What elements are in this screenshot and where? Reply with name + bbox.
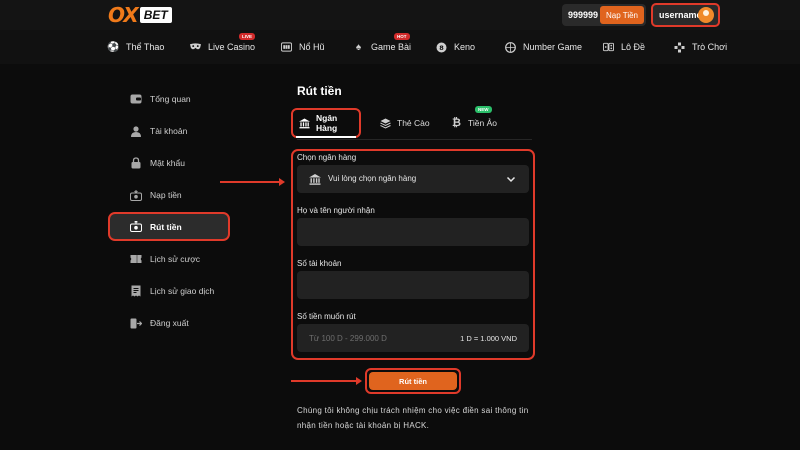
bank-label: Chọn ngân hàng xyxy=(297,153,357,162)
sidebar-item-dang-xuat[interactable]: Đăng xuất xyxy=(108,309,230,337)
nav-label: Nổ Hũ xyxy=(299,42,325,52)
new-badge: NEW xyxy=(475,106,492,113)
slot-machine-icon xyxy=(281,42,292,53)
nav-item-number-game[interactable]: Number Game xyxy=(505,30,582,64)
sidebar-item-label: Nạp tiền xyxy=(150,190,182,200)
bitcoin-icon: ₿ xyxy=(452,117,461,129)
balance-box: 999999 D Nạp Tiền xyxy=(562,4,646,26)
top-bar: OX BET 999999 D Nạp Tiền username xyxy=(0,0,800,30)
active-tab-indicator xyxy=(296,136,356,138)
sidebar-item-tai-khoan[interactable]: Tài khoản xyxy=(108,117,230,145)
withdraw-submit-button[interactable]: Rút tiền xyxy=(369,372,457,390)
deposit-icon xyxy=(130,189,142,201)
logo-ox: OX xyxy=(108,3,139,27)
nav-label: Number Game xyxy=(523,42,583,52)
nav-item-tro-choi[interactable]: Trò Chơi xyxy=(674,30,727,64)
bank-select-placeholder: Vui lòng chọn ngân hàng xyxy=(328,174,417,183)
sidebar-item-tong-quan[interactable]: Tổng quan xyxy=(108,85,230,113)
nav-item-game-bai[interactable]: ♠ Game Bài HOT xyxy=(353,30,411,64)
sidebar-item-label: Rút tiền xyxy=(150,221,182,232)
live-badge: LIVE xyxy=(239,33,256,40)
sidebar-item-nap-tien[interactable]: Nạp tiền xyxy=(108,181,230,209)
account-number-input[interactable] xyxy=(297,271,529,299)
recipient-name-label: Họ và tên người nhận xyxy=(297,206,375,215)
sidebar-item-label: Tổng quan xyxy=(150,94,191,104)
nav-label: Game Bài xyxy=(371,42,412,52)
logo[interactable]: OX BET xyxy=(108,3,172,27)
sidebar-item-label: Lịch sử cược xyxy=(150,254,201,264)
hot-badge: HOT xyxy=(394,33,410,40)
nav-label: Thể Thao xyxy=(126,42,165,52)
amount-field-wrap: 1 D = 1.000 VND xyxy=(297,324,529,352)
chevron-down-icon xyxy=(505,173,517,185)
amount-label: Số tiền muốn rút xyxy=(297,312,356,321)
sidebar-item-label: Mật khẩu xyxy=(150,158,185,168)
tab-ngan-hang[interactable]: Ngân Hàng xyxy=(291,108,361,138)
logo-bet: BET xyxy=(139,7,172,23)
nav-label: Trò Chơi xyxy=(692,42,728,52)
keno-ball-icon: 8 xyxy=(436,42,447,53)
dashboard-icon xyxy=(130,93,142,105)
card-stack-icon xyxy=(380,118,391,129)
nav-item-live-casino[interactable]: Live Casino LIVE xyxy=(190,30,255,64)
annotation-arrow-form xyxy=(220,178,285,186)
nav-item-keno[interactable]: 8 Keno xyxy=(436,30,475,64)
sidebar-item-label: Tài khoản xyxy=(150,126,188,136)
bank-select[interactable]: Vui lòng chọn ngân hàng xyxy=(297,165,529,193)
deposit-button[interactable]: Nạp Tiền xyxy=(599,6,644,24)
mask-icon xyxy=(190,42,201,53)
sidebar-item-label: Đăng xuất xyxy=(150,318,189,328)
logout-icon xyxy=(130,317,142,329)
sidebar-item-rut-tien[interactable]: Rút tiền xyxy=(108,212,230,241)
sidebar-item-lich-su-cuoc[interactable]: Lịch sử cược xyxy=(108,245,230,273)
user-menu[interactable]: username xyxy=(651,3,720,27)
avatar-icon xyxy=(698,7,714,23)
svg-text:8: 8 xyxy=(439,44,444,52)
gamepad-icon xyxy=(674,42,685,53)
nav-item-lo-de[interactable]: Lô Đề xyxy=(603,30,645,64)
nav-label: Keno xyxy=(454,42,476,52)
tab-the-cao[interactable]: Thẻ Cào xyxy=(380,108,430,138)
username: username xyxy=(659,10,702,20)
account-number-label: Số tài khoản xyxy=(297,259,342,268)
tab-label: Thẻ Cào xyxy=(397,118,430,128)
nav-item-the-thao[interactable]: ⚽ Thể Thao xyxy=(107,30,165,64)
page-title: Rút tiền xyxy=(297,84,342,98)
account-number-field-wrap xyxy=(297,271,529,299)
withdraw-icon xyxy=(130,221,142,233)
receipt-icon xyxy=(130,285,142,297)
annotation-arrow-submit xyxy=(291,377,362,385)
dice-icon xyxy=(603,42,614,53)
nav-label: Lô Đề xyxy=(621,42,646,52)
main-nav: ⚽ Thể Thao Live Casino LIVE Nổ Hũ ♠ Game… xyxy=(0,30,800,64)
exchange-rate: 1 D = 1.000 VND xyxy=(460,334,517,343)
sidebar-item-label: Lịch sử giao dịch xyxy=(150,286,215,296)
nav-label: Live Casino xyxy=(208,42,256,52)
recipient-name-input[interactable] xyxy=(297,218,529,246)
recipient-name-field-wrap xyxy=(297,218,529,246)
tab-label: Ngân Hàng xyxy=(316,113,338,133)
disclaimer-notice: Chúng tôi không chịu trách nhiệm cho việ… xyxy=(297,406,529,430)
sidebar-item-lich-su-giao-dich[interactable]: Lịch sử giao dịch xyxy=(108,277,230,305)
nav-item-no-hu[interactable]: Nổ Hũ xyxy=(281,30,325,64)
tab-divider xyxy=(297,139,532,140)
lottery-ball-icon xyxy=(505,41,516,53)
ticket-icon xyxy=(130,253,142,265)
spade-icon: ♠ xyxy=(355,41,362,53)
lock-icon xyxy=(130,157,142,169)
user-icon xyxy=(130,125,142,137)
sidebar-item-mat-khau[interactable]: Mật khẩu xyxy=(108,149,230,177)
tab-label: Tiền Ảo xyxy=(468,118,497,128)
bank-icon xyxy=(309,173,321,185)
soccer-ball-icon: ⚽ xyxy=(107,41,120,53)
bank-icon xyxy=(299,117,310,129)
